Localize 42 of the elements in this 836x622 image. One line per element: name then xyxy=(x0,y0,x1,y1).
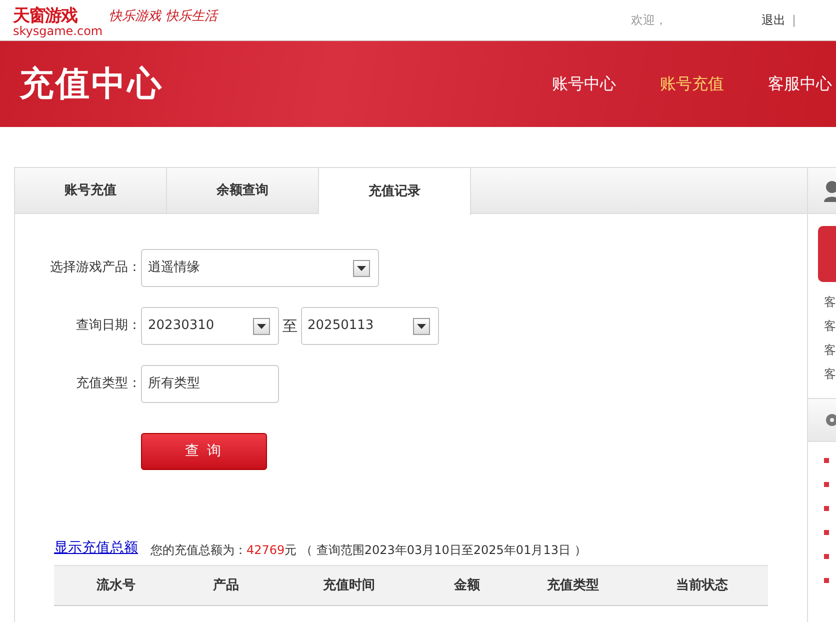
separator-text: | xyxy=(792,12,796,29)
page-title: 充值中心 xyxy=(18,62,164,106)
field-label: 查询日期： xyxy=(75,317,141,336)
bullet-icon xyxy=(824,458,829,463)
nav-link-item[interactable]: 账号中心 xyxy=(552,72,616,96)
welcome-text: 欢迎， xyxy=(630,12,667,29)
service-item: 客 xyxy=(823,294,836,311)
logo-slogan: 快乐游戏 快乐生活 xyxy=(109,8,218,26)
tab[interactable]: 充值记录 xyxy=(319,168,471,215)
field-label: 充值类型： xyxy=(75,375,141,394)
column-header: 充值时间 xyxy=(322,576,376,595)
service-item: 客 xyxy=(823,318,836,335)
logout-link[interactable]: 退出 xyxy=(761,11,786,29)
dropdown-icon[interactable] xyxy=(253,318,270,334)
bullet-icon xyxy=(824,482,829,487)
type-field[interactable]: 所有类型 xyxy=(141,365,279,403)
date-from-field[interactable]: 20230310 xyxy=(141,307,279,345)
column-header: 充值类型 xyxy=(546,576,600,595)
bullet-icon xyxy=(824,554,829,559)
tab[interactable]: 账号充值 xyxy=(15,168,167,214)
logo-domain: skysgame.com xyxy=(13,24,103,37)
field-label: 选择游戏产品： xyxy=(49,259,141,278)
column-header: 金额 xyxy=(453,576,481,595)
query-button[interactable]: 查 询 xyxy=(141,433,267,470)
show-total-link[interactable]: 显示充值总额 xyxy=(54,538,138,559)
range-separator: 至 xyxy=(282,316,298,337)
bullet-icon xyxy=(824,530,829,535)
column-header: 当前状态 xyxy=(675,576,729,595)
bullet-icon xyxy=(824,578,829,583)
column-header: 产品 xyxy=(212,576,240,595)
service-item: 客 xyxy=(823,366,836,383)
dropdown-icon[interactable] xyxy=(353,260,370,276)
nav-link-item[interactable]: 账号充值 xyxy=(660,72,724,96)
service-item: 客 xyxy=(823,342,836,359)
date-to-field[interactable]: 20250113 xyxy=(300,307,438,345)
game-select[interactable]: 逍遥情缘 xyxy=(141,249,379,287)
logo-name: 天窗游戏 xyxy=(13,6,78,25)
column-header: 流水号 xyxy=(96,576,136,595)
bullet-icon xyxy=(824,506,829,511)
nav-link-item[interactable]: 客服中心 xyxy=(768,72,832,96)
dropdown-icon[interactable] xyxy=(412,318,430,334)
total-summary: 您的充值总额为：42769元 （ 查询范围2023年03月10日至2025年01月13日 ） xyxy=(150,542,586,559)
